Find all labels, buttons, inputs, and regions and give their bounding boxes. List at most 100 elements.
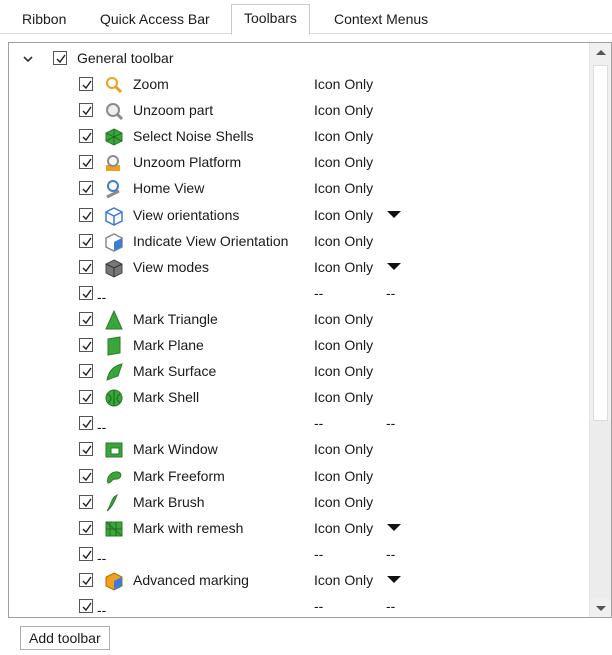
scrollbar-thumb[interactable] (593, 65, 608, 421)
item-checkbox[interactable] (79, 494, 93, 509)
item-label: Mark with remesh (133, 519, 244, 536)
tab-toolbars[interactable]: Toolbars (231, 4, 310, 35)
display-mode[interactable]: Icon Only (314, 337, 373, 353)
item-checkbox[interactable] (79, 468, 93, 483)
item-label: -- (97, 602, 107, 618)
scroll-down-arrow-icon[interactable] (590, 599, 611, 617)
display-mode[interactable]: Icon Only (314, 311, 373, 327)
toolbar-item-row[interactable]: Advanced marking Icon Only (9, 568, 589, 594)
item-label: Zoom (133, 76, 169, 92)
chevron-down-icon[interactable] (21, 52, 35, 66)
display-mode[interactable]: Icon Only (314, 259, 373, 275)
item-checkbox[interactable] (79, 520, 93, 535)
display-mode[interactable]: Icon Only (314, 180, 373, 196)
item-checkbox[interactable] (79, 364, 93, 379)
tree-root-row[interactable]: General toolbar (9, 46, 589, 72)
toolbar-item-row[interactable]: Mark with remesh Icon Only (9, 516, 589, 542)
item-label: -- (97, 288, 107, 305)
unzoom-part-icon (104, 101, 124, 121)
display-mode[interactable]: -- (314, 546, 323, 562)
item-checkbox[interactable] (79, 338, 93, 352)
add-toolbar-button[interactable]: Add toolbar (20, 626, 110, 650)
dropdown-arrow-icon[interactable] (387, 210, 401, 218)
toolbar-item-row[interactable]: Mark Triangle Icon Only (9, 307, 589, 333)
item-label: Mark Shell (133, 389, 200, 406)
item-checkbox[interactable] (79, 155, 93, 170)
display-mode[interactable]: -- (314, 285, 323, 301)
dropdown-arrow-icon[interactable] (387, 262, 401, 270)
scroll-up-arrow-icon[interactable] (590, 43, 611, 61)
item-checkbox[interactable] (79, 311, 93, 326)
display-mode[interactable]: Icon Only (314, 128, 373, 144)
display-mode[interactable]: Icon Only (314, 572, 373, 588)
toolbar-item-row[interactable]: Unzoom part Icon Only (9, 98, 589, 124)
toolbar-item-row[interactable]: View orientations Icon Only (9, 203, 589, 229)
tab-bar: Ribbon Quick Access Bar Toolbars Context… (0, 0, 612, 35)
separator-row[interactable]: -- -- -- (9, 542, 589, 568)
scrollbar-track[interactable] (590, 421, 611, 599)
item-checkbox[interactable] (79, 390, 93, 405)
item-checkbox[interactable] (79, 207, 93, 222)
toolbar-item-row[interactable]: Mark Freeform Icon Only (9, 464, 589, 490)
indicate-view-orientation-icon (104, 232, 124, 252)
display-mode[interactable]: -- (314, 415, 323, 431)
tab-quick-access-bar[interactable]: Quick Access Bar (100, 6, 210, 34)
dropdown-arrow-icon[interactable] (387, 575, 401, 583)
display-mode[interactable]: Icon Only (314, 233, 373, 249)
item-label: Mark Window (133, 441, 218, 458)
item-checkbox[interactable] (79, 546, 93, 561)
item-checkbox[interactable] (79, 599, 93, 613)
item-checkbox[interactable] (79, 285, 93, 300)
toolbar-item-row[interactable]: Mark Shell Icon Only (9, 385, 589, 411)
item-label: Select Noise Shells (133, 128, 254, 145)
item-checkbox[interactable] (79, 181, 93, 196)
display-mode[interactable]: Icon Only (314, 520, 373, 536)
vertical-scrollbar[interactable] (589, 43, 611, 617)
home-view-icon (104, 179, 124, 199)
dropdown-arrow-icon[interactable] (387, 523, 401, 531)
toolbar-item-row[interactable]: Indicate View Orientation Icon Only (9, 229, 589, 255)
toolbar-item-row[interactable]: Select Noise Shells Icon Only (9, 124, 589, 150)
toolbar-item-row[interactable]: Mark Window Icon Only (9, 437, 589, 463)
display-mode[interactable]: Icon Only (314, 154, 373, 170)
item-checkbox[interactable] (79, 416, 93, 431)
item-checkbox[interactable] (79, 572, 93, 587)
item-checkbox[interactable] (79, 233, 93, 248)
separator-extra: -- (386, 284, 396, 301)
toolbar-item-row[interactable]: Zoom Icon Only (9, 72, 589, 98)
display-mode[interactable]: Icon Only (314, 468, 373, 484)
display-mode[interactable]: Icon Only (314, 389, 373, 405)
display-mode[interactable]: Icon Only (314, 494, 373, 510)
item-checkbox[interactable] (79, 442, 93, 457)
root-checkbox[interactable] (53, 51, 67, 65)
mark-with-remesh-icon (104, 519, 124, 539)
separator-row[interactable]: -- -- -- (9, 594, 589, 618)
toolbar-item-row[interactable]: View modes Icon Only (9, 255, 589, 281)
item-label: -- (97, 419, 107, 436)
display-mode[interactable]: Icon Only (314, 207, 373, 223)
separator-row[interactable]: -- -- -- (9, 411, 589, 437)
tab-context-menus[interactable]: Context Menus (334, 6, 428, 34)
item-checkbox[interactable] (79, 259, 93, 274)
mark-triangle-icon (104, 309, 124, 330)
toolbar-item-row[interactable]: Mark Brush Icon Only (9, 490, 589, 516)
toolbar-item-row[interactable]: Mark Surface Icon Only (9, 359, 589, 385)
tab-ribbon[interactable]: Ribbon (22, 6, 66, 34)
display-mode[interactable]: Icon Only (314, 441, 373, 457)
display-mode[interactable]: Icon Only (314, 102, 373, 118)
display-mode[interactable]: Icon Only (314, 76, 373, 92)
separator-row[interactable]: -- -- -- (9, 281, 589, 307)
display-mode[interactable]: Icon Only (314, 363, 373, 379)
toolbar-item-row[interactable]: Unzoom Platform Icon Only (9, 150, 589, 176)
item-checkbox[interactable] (79, 129, 93, 144)
item-label: Mark Freeform (133, 467, 225, 484)
display-mode[interactable]: -- (314, 598, 323, 614)
item-checkbox[interactable] (79, 77, 93, 91)
zoom-icon (104, 75, 124, 95)
toolbar-item-row[interactable]: Home View Icon Only (9, 176, 589, 202)
toolbar-tree: General toolbar Zoom Icon Only Unzoom part… (9, 43, 589, 617)
toolbar-item-row[interactable]: Mark Plane Icon Only (9, 333, 589, 359)
item-checkbox[interactable] (79, 103, 93, 118)
mark-shell-icon (104, 388, 124, 408)
item-label: Mark Surface (133, 363, 217, 380)
